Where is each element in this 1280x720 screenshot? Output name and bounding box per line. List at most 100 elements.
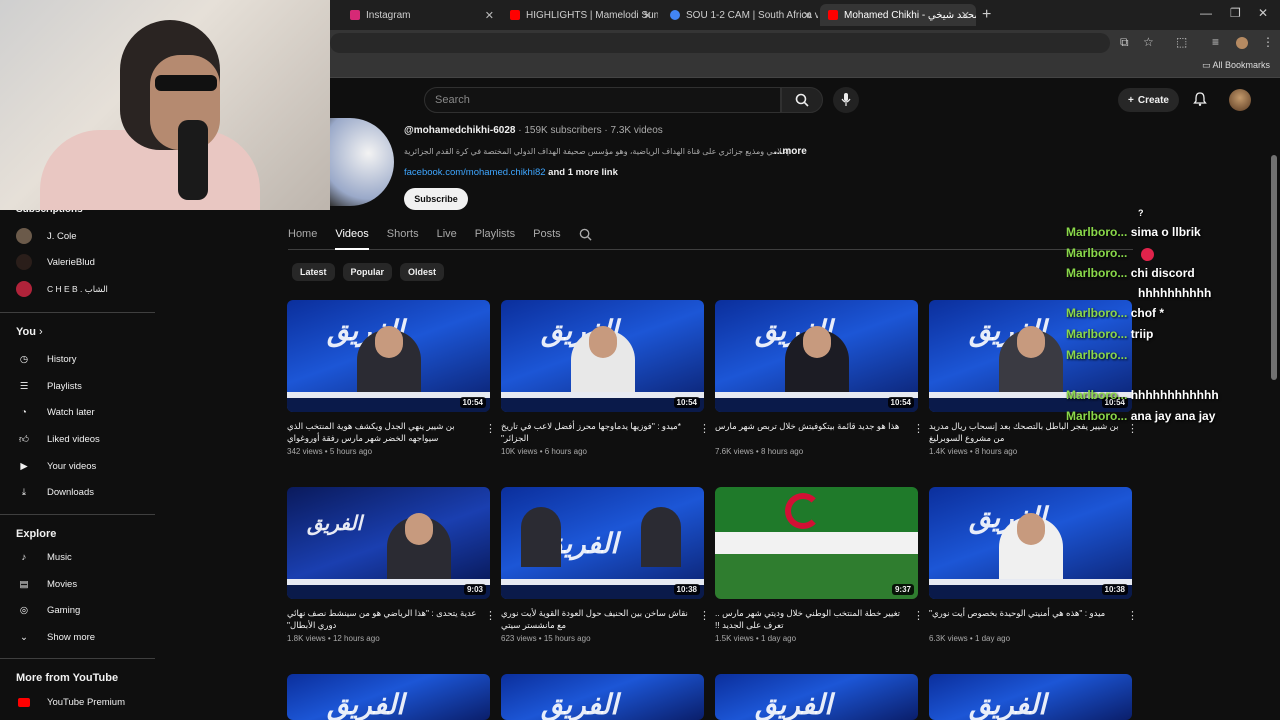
video-card[interactable]: الفريق — [501, 674, 704, 720]
more-options-icon[interactable]: ⋮ — [1127, 422, 1138, 435]
sidebar-item-gaming[interactable]: ◎ Gaming — [16, 600, 156, 620]
cast-icon[interactable]: ⧉ — [1120, 35, 1129, 50]
video-card[interactable]: الفريق 10:54 بن شيير يفجر الباطل بالتصحك … — [929, 300, 1138, 456]
video-title[interactable]: بن شيير ينهي الجدل ويكشف هوية المنتخب ال… — [287, 420, 477, 444]
sidebar-item-movies[interactable]: ▤ Movies — [16, 574, 156, 594]
chip-latest[interactable]: Latest — [292, 263, 335, 281]
facebook-link[interactable]: facebook.com/mohamed.chikhi82 — [404, 167, 546, 178]
video-thumbnail[interactable]: الفريق 10:54 — [715, 300, 918, 412]
sidebar-item-cheb[interactable]: C H E B . الشاب — [16, 279, 156, 299]
sidebar-item-liked-videos[interactable]: 👍︎ Liked videos — [16, 429, 156, 449]
channel-search-icon[interactable] — [579, 222, 592, 250]
sidebar-item-history[interactable]: ◷ History — [16, 349, 156, 369]
video-title[interactable]: *ميدو : "فوزيها يدماوجها محرز أفضل لاعب … — [501, 420, 691, 444]
video-title[interactable]: تغيير خطة المنتخب الوطني خلال وديتي شهر … — [715, 607, 905, 631]
video-thumbnail[interactable]: الفريق 9:03 — [287, 487, 490, 599]
video-title[interactable]: بن شيير يفجر الباطل بالتصحك بعد إنسحاب ر… — [929, 420, 1119, 444]
video-card[interactable]: الفريق 9:03 عدية يتحدى : "هذا الرياضي هو … — [287, 487, 496, 643]
more-options-icon[interactable]: ⋮ — [699, 422, 710, 435]
maximize-icon[interactable]: ❐ — [1230, 6, 1241, 20]
tab-sou-cam[interactable]: SOU 1-2 CAM | South Africa v C ✕ — [662, 4, 818, 26]
minimize-icon[interactable]: — — [1200, 6, 1212, 20]
video-card[interactable]: الفريق 10:38 ميدو : "هذه هي أمنيتي الوحيد… — [929, 487, 1138, 643]
extensions-icon[interactable]: ⬚ — [1176, 35, 1187, 49]
description-more-link[interactable]: ...more — [774, 146, 807, 157]
sidebar-item-valerieblud[interactable]: ValerieBlud — [16, 252, 156, 272]
create-button[interactable]: + Create — [1118, 88, 1179, 112]
tab-highlights[interactable]: HIGHLIGHTS | Mamelodi Sundo ✕ — [502, 4, 658, 26]
thumbnail-brand-text: الفريق — [755, 688, 833, 720]
video-thumbnail[interactable]: الفريق 10:38 — [501, 487, 704, 599]
video-card[interactable]: الفريق — [287, 674, 490, 720]
video-card[interactable]: 9:37 تغيير خطة المنتخب الوطني خلال وديتي… — [715, 487, 924, 643]
window-close-icon[interactable]: ✕ — [1258, 6, 1268, 20]
you-heading[interactable]: You › — [16, 326, 43, 338]
video-card[interactable]: الفريق 10:54 بن شيير ينهي الجدل ويكشف هوي… — [287, 300, 496, 456]
voice-search-button[interactable] — [833, 87, 859, 113]
more-options-icon[interactable]: ⋮ — [913, 422, 924, 435]
channel-stats: · 159K subscribers · 7.3K videos — [515, 125, 663, 136]
sidebar-item-show-more[interactable]: ⌄ Show more — [16, 627, 156, 647]
tab-playlists[interactable]: Playlists — [475, 222, 515, 250]
chip-popular[interactable]: Popular — [342, 263, 393, 281]
sidebar-item-watch-later[interactable]: ◔ Watch later — [16, 402, 156, 422]
more-options-icon[interactable]: ⋮ — [913, 609, 924, 622]
video-thumbnail[interactable]: الفريق — [501, 674, 704, 720]
omnibox[interactable] — [330, 33, 1110, 53]
tab-instagram[interactable]: Instagram ✕ — [342, 4, 500, 26]
subscribe-button[interactable]: Subscribe — [404, 188, 468, 210]
new-tab-icon[interactable]: + — [982, 6, 991, 24]
more-options-icon[interactable]: ⋮ — [485, 609, 496, 622]
video-card[interactable]: الفريق 10:54 هذا هو جديد قائمة بيتكوفيتش … — [715, 300, 924, 456]
search-button[interactable] — [781, 87, 823, 113]
close-icon[interactable]: ✕ — [803, 9, 812, 22]
more-options-icon[interactable]: ⋮ — [699, 609, 710, 622]
close-icon[interactable]: ✕ — [485, 9, 494, 22]
menu-icon[interactable]: ⋮ — [1262, 35, 1274, 49]
tab-live[interactable]: Live — [437, 222, 457, 250]
more-options-icon[interactable]: ⋮ — [1127, 609, 1138, 622]
sidebar-item-youtube-premium[interactable]: YouTube Premium — [16, 692, 156, 712]
notifications-button[interactable] — [1192, 91, 1208, 112]
sidebar-item-jcole[interactable]: J. Cole — [16, 226, 156, 246]
sidebar-item-downloads[interactable]: ⤓ Downloads — [16, 482, 156, 502]
video-title[interactable]: نقاش ساخن بين الحنيف حول العودة القوية ل… — [501, 607, 691, 631]
video-title[interactable]: هذا هو جديد قائمة بيتكوفيتش خلال تربص شه… — [715, 420, 905, 444]
more-links[interactable]: and 1 more link — [548, 167, 618, 178]
video-card[interactable]: الفريق — [715, 674, 918, 720]
tab-videos[interactable]: Videos — [335, 222, 369, 250]
video-card[interactable]: الفريق 10:54 *ميدو : "فوزيها يدماوجها محر… — [501, 300, 710, 456]
close-icon[interactable]: ✕ — [961, 9, 970, 22]
sidebar-item-playlists[interactable]: ☰ Playlists — [16, 376, 156, 396]
profile-avatar[interactable] — [1236, 37, 1248, 49]
sidebar-item-music[interactable]: ♪ Music — [16, 547, 156, 567]
video-title[interactable]: ميدو : "هذه هي أمنيتي الوحيدة بخصوص أيت … — [929, 607, 1119, 631]
account-avatar[interactable] — [1229, 89, 1251, 111]
video-title[interactable]: عدية يتحدى : "هذا الرياضي هو من سينشط نص… — [287, 607, 477, 631]
search-input[interactable]: Search — [424, 87, 781, 113]
chat-message: Marlboro... sima o llbrik — [1066, 225, 1201, 239]
video-thumbnail[interactable]: الفريق — [287, 674, 490, 720]
duration-badge: 9:03 — [463, 584, 486, 595]
bookmark-star-icon[interactable]: ☆ — [1143, 35, 1154, 49]
sidebar-item-your-videos[interactable]: ▶ Your videos — [16, 456, 156, 476]
video-thumbnail[interactable]: 9:37 — [715, 487, 918, 599]
scrollbar[interactable] — [1271, 155, 1277, 380]
close-icon[interactable]: ✕ — [643, 9, 652, 22]
chip-oldest[interactable]: Oldest — [400, 263, 445, 281]
tab-home[interactable]: Home — [288, 222, 317, 250]
video-thumbnail[interactable]: الفريق — [929, 674, 1132, 720]
tab-mohamed-chikhi[interactable]: Mohamed Chikhi - محمد شيخي ✕ — [820, 4, 976, 26]
all-bookmarks[interactable]: ▭ All Bookmarks — [1202, 60, 1270, 71]
video-card[interactable]: الفريق 10:38 نقاش ساخن بين الحنيف حول الع… — [501, 487, 710, 643]
video-thumbnail[interactable]: الفريق — [715, 674, 918, 720]
more-options-icon[interactable]: ⋮ — [485, 422, 496, 435]
sunglasses — [155, 75, 217, 91]
video-card[interactable]: الفريق — [929, 674, 1132, 720]
tab-shorts[interactable]: Shorts — [387, 222, 419, 250]
video-thumbnail[interactable]: الفريق 10:54 — [287, 300, 490, 412]
video-thumbnail[interactable]: الفريق 10:54 — [501, 300, 704, 412]
media-icon[interactable]: ≡ — [1212, 35, 1219, 49]
tab-posts[interactable]: Posts — [533, 222, 561, 250]
video-thumbnail[interactable]: الفريق 10:38 — [929, 487, 1132, 599]
